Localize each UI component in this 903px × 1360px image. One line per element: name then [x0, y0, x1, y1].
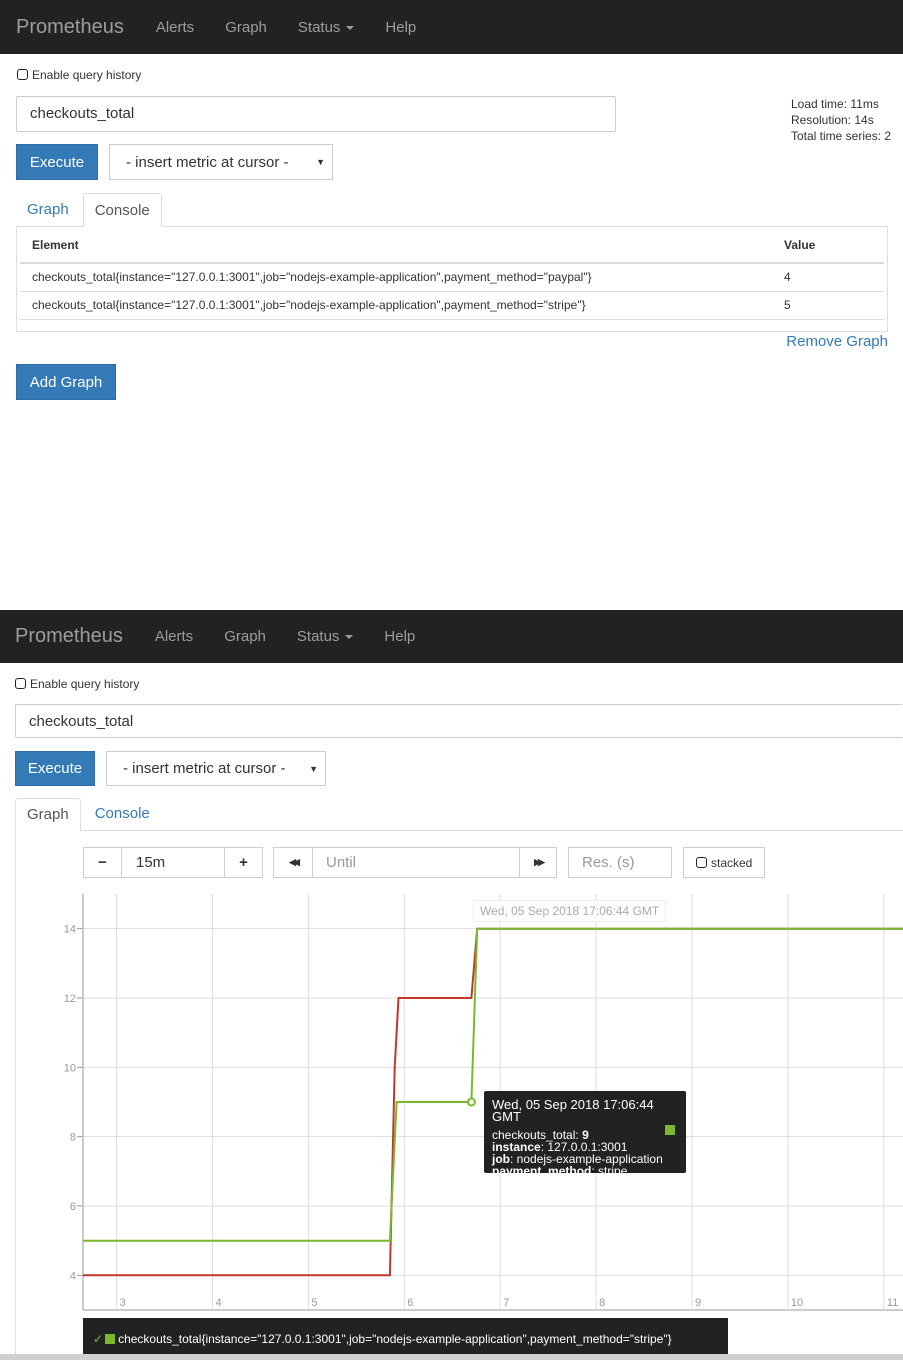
top-tabs: Graph Console [16, 192, 888, 227]
hover-point [466, 1097, 476, 1107]
tab-graph[interactable]: Graph [16, 192, 80, 226]
table-row: checkouts_total{instance="127.0.0.1:3001… [20, 263, 884, 292]
y-tick-label: 4 [70, 1270, 76, 1282]
nav-help[interactable]: Help [384, 628, 415, 645]
time-back-button[interactable]: ◀◀ [273, 847, 313, 878]
total-series: Total time series: 2 [791, 129, 892, 143]
add-graph-button[interactable]: Add Graph [16, 364, 116, 400]
tab-divider [15, 830, 903, 831]
x-axis: 3 4 5 6 7 8 9 10 11 [120, 1297, 899, 1309]
x-tick-label: 11 [887, 1297, 898, 1309]
tooltip-pm-key: payment_method [492, 1164, 592, 1178]
tooltip-pm-val: stripe [598, 1164, 628, 1178]
stacked-toggle[interactable]: stacked [683, 847, 765, 878]
value-header: Value [772, 227, 884, 264]
x-tick-label: 5 [311, 1297, 317, 1309]
brand-logo[interactable]: Prometheus [15, 625, 123, 648]
graph-tooltip: Wed, 05 Sep 2018 17:06:44 GMT checkouts_… [484, 1091, 686, 1177]
resolution: Resolution: 14s [791, 113, 874, 127]
console-panel: Element Value checkouts_total{instance="… [16, 227, 888, 332]
nav-alerts[interactable]: Alerts [155, 628, 193, 645]
check-icon[interactable]: ✓ [93, 1332, 103, 1346]
load-time: Load time: 11ms [791, 97, 879, 111]
checkbox-icon[interactable] [17, 69, 28, 80]
y-tick-label: 10 [64, 1062, 76, 1074]
insert-metric-label: - insert metric at cursor - [126, 153, 289, 171]
execute-button[interactable]: Execute [16, 144, 98, 180]
hover-time-label: Wed, 05 Sep 2018 17:06:44 GMT [473, 900, 667, 922]
hover-marker [466, 1097, 476, 1107]
value-cell: 5 [772, 291, 884, 320]
x-tick-label: 10 [791, 1297, 803, 1309]
table-row: checkouts_total{instance="127.0.0.1:3001… [20, 291, 884, 320]
value-cell: 4 [772, 263, 884, 292]
remove-graph-link[interactable]: Remove Graph [786, 333, 888, 350]
checkbox-icon[interactable] [696, 857, 707, 868]
expression-input[interactable]: checkouts_total [16, 96, 616, 132]
nav-help[interactable]: Help [385, 19, 416, 36]
nav-status-label: Status [296, 628, 340, 645]
series-color-swatch [105, 1334, 116, 1344]
nav-graph[interactable]: Graph [224, 628, 266, 645]
caret-down-icon [346, 25, 355, 30]
resolution-input[interactable]: Res. (s) [568, 847, 672, 878]
time-forward-button[interactable]: ▶▶ [519, 847, 557, 878]
caret-down-icon [345, 635, 354, 640]
nav-status-label: Status [297, 18, 341, 36]
query-history-toggle[interactable]: Enable query history [17, 68, 141, 82]
until-input[interactable]: Until [312, 847, 520, 878]
top-navbar: Prometheus Alerts Graph Status Help [0, 0, 903, 54]
insert-metric-label: - insert metric at cursor - [123, 760, 286, 777]
stacked-label: stacked [711, 855, 753, 870]
expression-input[interactable]: checkouts_total [15, 704, 903, 738]
brand-logo[interactable]: Prometheus [16, 16, 124, 39]
query-history-toggle[interactable]: Enable query history [15, 677, 139, 691]
range-decrease-button[interactable]: − [83, 847, 122, 878]
tooltip-time: Wed, 05 Sep 2018 17:06:44 GMT [492, 1097, 654, 1124]
select-arrow-icon: ▼ [309, 763, 318, 774]
query-history-label: Enable query history [30, 677, 140, 691]
horizontal-scrollbar[interactable] [0, 1354, 903, 1360]
x-tick-label: 7 [503, 1297, 509, 1309]
range-increase-button[interactable]: + [224, 847, 263, 878]
x-tick-label: 3 [120, 1297, 126, 1309]
select-arrow-icon: ▼ [316, 157, 325, 167]
element-cell: checkouts_total{instance="127.0.0.1:3001… [20, 291, 772, 320]
x-tick-label: 9 [695, 1297, 701, 1309]
bottom-navbar: Prometheus Alerts Graph Status Help [0, 610, 903, 663]
tab-console[interactable]: Console [82, 193, 162, 227]
legend-item-label[interactable]: checkouts_total{instance="127.0.0.1:3001… [118, 1332, 672, 1346]
nav-graph[interactable]: Graph [225, 19, 267, 36]
nav-alerts[interactable]: Alerts [156, 19, 194, 36]
series-line [83, 927, 903, 1242]
insert-metric-select[interactable]: - insert metric at cursor - ▼ [106, 751, 326, 786]
tab-console[interactable]: Console [84, 796, 161, 830]
y-tick-label: 12 [64, 993, 76, 1005]
element-cell: checkouts_total{instance="127.0.0.1:3001… [20, 263, 772, 292]
element-header: Element [20, 227, 772, 264]
tab-graph[interactable]: Graph [15, 798, 81, 831]
checkbox-icon[interactable] [15, 678, 26, 689]
query-stats: Load time: 11ms Resolution: 14s Total ti… [791, 96, 891, 144]
results-table: Element Value checkouts_total{instance="… [20, 227, 884, 320]
y-tick-label: 6 [70, 1201, 76, 1213]
y-tick-label: 14 [64, 924, 76, 936]
insert-metric-select[interactable]: - insert metric at cursor - ▼ [109, 144, 333, 180]
x-tick-label: 4 [215, 1297, 221, 1309]
graph-chart[interactable]: 4 6 8 10 12 14 3 4 5 6 7 8 9 10 11 [0, 890, 903, 1330]
series-color-swatch [665, 1125, 675, 1135]
execute-button[interactable]: Execute [15, 751, 95, 786]
x-tick-label: 6 [407, 1297, 413, 1309]
query-history-label: Enable query history [32, 68, 142, 82]
y-tick-label: 8 [70, 1132, 76, 1144]
nav-status[interactable]: Status [297, 628, 354, 645]
nav-status[interactable]: Status [298, 19, 355, 36]
bottom-tabs: Graph Console [15, 797, 903, 831]
range-input[interactable]: 15m [121, 847, 225, 878]
x-tick-label: 8 [599, 1297, 605, 1309]
y-axis: 4 6 8 10 12 14 [64, 924, 83, 1282]
